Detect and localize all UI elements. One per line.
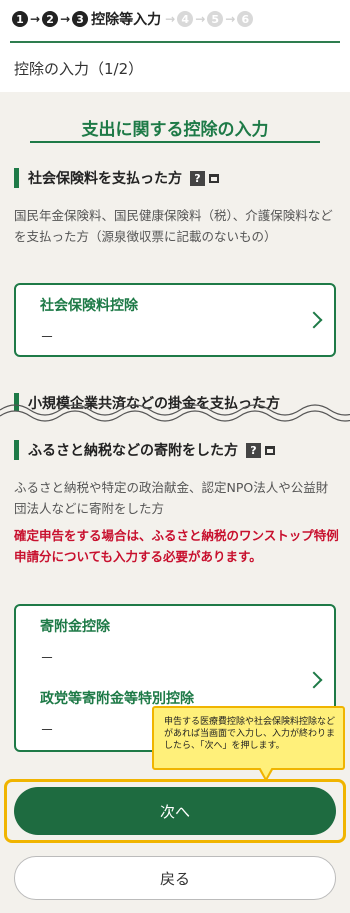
step-arrow: → [195,12,206,26]
next-button[interactable]: 次へ [14,787,336,835]
chevron-right-icon [305,311,323,329]
current-step-label: 控除等入力 [91,12,162,28]
political-donation-card-value: － [40,723,54,739]
social-insurance-heading: 社会保険料を支払った方 ? [14,168,219,188]
chevron-right-icon [305,671,323,689]
instruction-callout: 申告する医療費控除や社会保険料控除などがあれば当画面で入力し、入力が終わりました… [152,706,345,770]
step-arrow: → [30,12,41,26]
social-insurance-card[interactable]: 社会保険料控除 － [14,283,336,357]
step-1: 1 [12,11,28,27]
step-2: 2 [42,11,59,27]
heading-bar [14,168,19,188]
donation-card-value: － [40,651,54,667]
step-arrow: → [165,12,176,26]
donation-heading-text: ふるさと納税などの寄附をした方 [28,443,238,459]
step-divider [10,41,340,43]
social-insurance-card-title: 社会保険料控除 [40,298,138,314]
social-insurance-description: 国民年金保険料、国民健康保険料（税）、介護保険料などを支払った方（源泉徴収票に記… [14,208,333,244]
page-title: 控除の入力（1/2） [14,60,144,78]
social-insurance-heading-text: 社会保険料を支払った方 [28,171,182,187]
new-window-icon[interactable] [265,445,275,455]
help-icon[interactable]: ? [246,442,261,458]
step-6: 6 [237,11,254,27]
callout-tail [260,767,272,778]
step-arrow: → [225,12,236,26]
new-window-icon[interactable] [209,173,219,183]
political-donation-card-title: 政党等寄附金等特別控除 [40,691,194,707]
back-button[interactable]: 戻る [14,856,336,900]
donation-warning-note: 確定申告をする場合は、ふるさと納税のワンストップ特例申請分についても入力する必要… [14,528,339,564]
step-5: 5 [207,11,224,27]
step-indicator: 1 → 2 → 3 控除等入力 → 4 → 5 → 6 [12,8,254,30]
step-3: 3 [72,11,89,27]
help-icon[interactable]: ? [190,170,205,186]
cut-separator [0,404,350,430]
donation-description: ふるさと納税や特定の政治献金、認定NPO法人や公益財団法人などに寄附をした方 [14,480,329,516]
donation-heading: ふるさと納税などの寄附をした方 ? [14,440,275,460]
step-arrow: → [60,12,71,26]
section-title: 支出に関する控除の入力 [81,120,269,140]
step-4: 4 [177,11,194,27]
section-divider [30,141,320,143]
heading-bar [14,440,19,460]
donation-card-title: 寄附金控除 [40,619,110,635]
social-insurance-card-value: － [40,330,54,346]
